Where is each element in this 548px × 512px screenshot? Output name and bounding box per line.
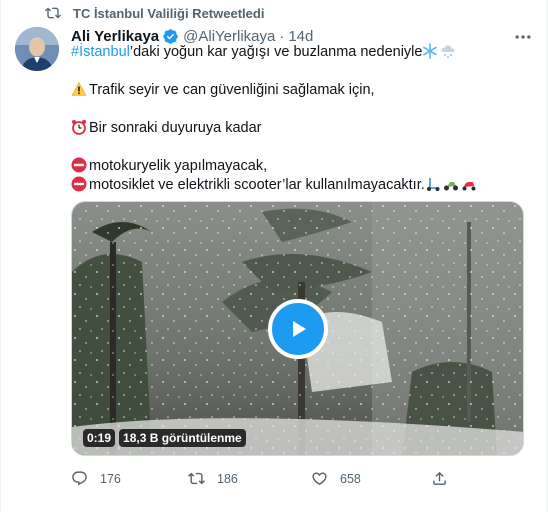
tweet-line-3: Bir sonraki duyuruya kadar	[71, 119, 531, 138]
tweet-card[interactable]: TC İstanbul Valiliği Retweetledi Ali Yer…	[0, 0, 548, 512]
retweeted-by-row[interactable]: TC İstanbul Valiliği Retweetledi	[45, 4, 264, 22]
tweet-line-1: #İstanbul’daki yoğun kar yağışı ve buzla…	[71, 43, 531, 62]
tweet-actions: 176 186 658	[71, 470, 541, 488]
reply-button[interactable]: 176	[71, 470, 121, 487]
avatar[interactable]	[15, 27, 59, 71]
tweet-line-1-text: ’daki yoğun kar yağışı ve buzlanma neden…	[129, 44, 423, 60]
tweet-line-4-text: motokuryelik yapılmayacak,	[89, 158, 268, 174]
tweet-line-2: Trafik seyir ve can güvenliğini sağlamak…	[71, 81, 531, 100]
hashtag-link[interactable]: #İstanbul	[71, 44, 130, 60]
scooter-emoji-icon	[426, 178, 440, 191]
video-player[interactable]: 0:19 18,3 B görüntülenme	[71, 201, 524, 456]
play-icon	[293, 321, 306, 337]
reply-icon	[72, 471, 87, 486]
share-icon	[433, 471, 446, 485]
tweet-line-5-text: motosiklet ve elektrikli scooter’lar kul…	[89, 177, 425, 193]
author-handle[interactable]: @AliYerlikaya	[183, 28, 275, 45]
retweet-icon	[188, 472, 205, 485]
retweeted-by-label: TC İstanbul Valiliği Retweetledi	[73, 5, 265, 21]
separator-dot: ·	[279, 27, 285, 45]
scooter-emoji-icon	[462, 182, 476, 191]
like-button[interactable]: 658	[311, 470, 361, 487]
cloud-snow-emoji-icon	[441, 45, 455, 58]
retweet-count: 186	[217, 471, 238, 486]
snowflake-emoji-icon	[423, 43, 438, 59]
no-entry-emoji-icon	[71, 157, 87, 173]
retweet-icon	[45, 7, 61, 19]
video-duration: 0:19	[83, 429, 116, 447]
alarm-clock-emoji-icon	[72, 120, 86, 135]
motorcycle-emoji-icon	[443, 182, 458, 191]
avatar-image	[15, 27, 59, 71]
tweet-line-4: motokuryelik yapılmayacak,	[71, 157, 531, 176]
play-button[interactable]	[268, 299, 328, 359]
tweet-time[interactable]: 14d	[288, 28, 313, 45]
verified-badge-icon	[163, 28, 178, 44]
video-badges: 0:19 18,3 B görüntülenme	[83, 429, 246, 447]
reply-count: 176	[100, 471, 121, 486]
video-view-count: 18,3 B görüntülenme	[119, 429, 246, 447]
tweet-line-3-text: Bir sonraki duyuruya kadar	[89, 120, 262, 136]
no-entry-emoji-icon	[71, 176, 87, 192]
heart-icon	[312, 472, 327, 485]
tweet-line-2-text: Trafik seyir ve can güvenliğini sağlamak…	[89, 82, 375, 98]
like-count: 658	[340, 471, 361, 486]
share-button[interactable]	[431, 470, 460, 487]
warning-emoji-icon	[71, 81, 87, 96]
tweet-line-5: motosiklet ve elektrikli scooter’lar kul…	[71, 176, 531, 195]
author-name[interactable]: Ali Yerlikaya	[71, 28, 159, 45]
retweet-button[interactable]: 186	[188, 470, 238, 487]
